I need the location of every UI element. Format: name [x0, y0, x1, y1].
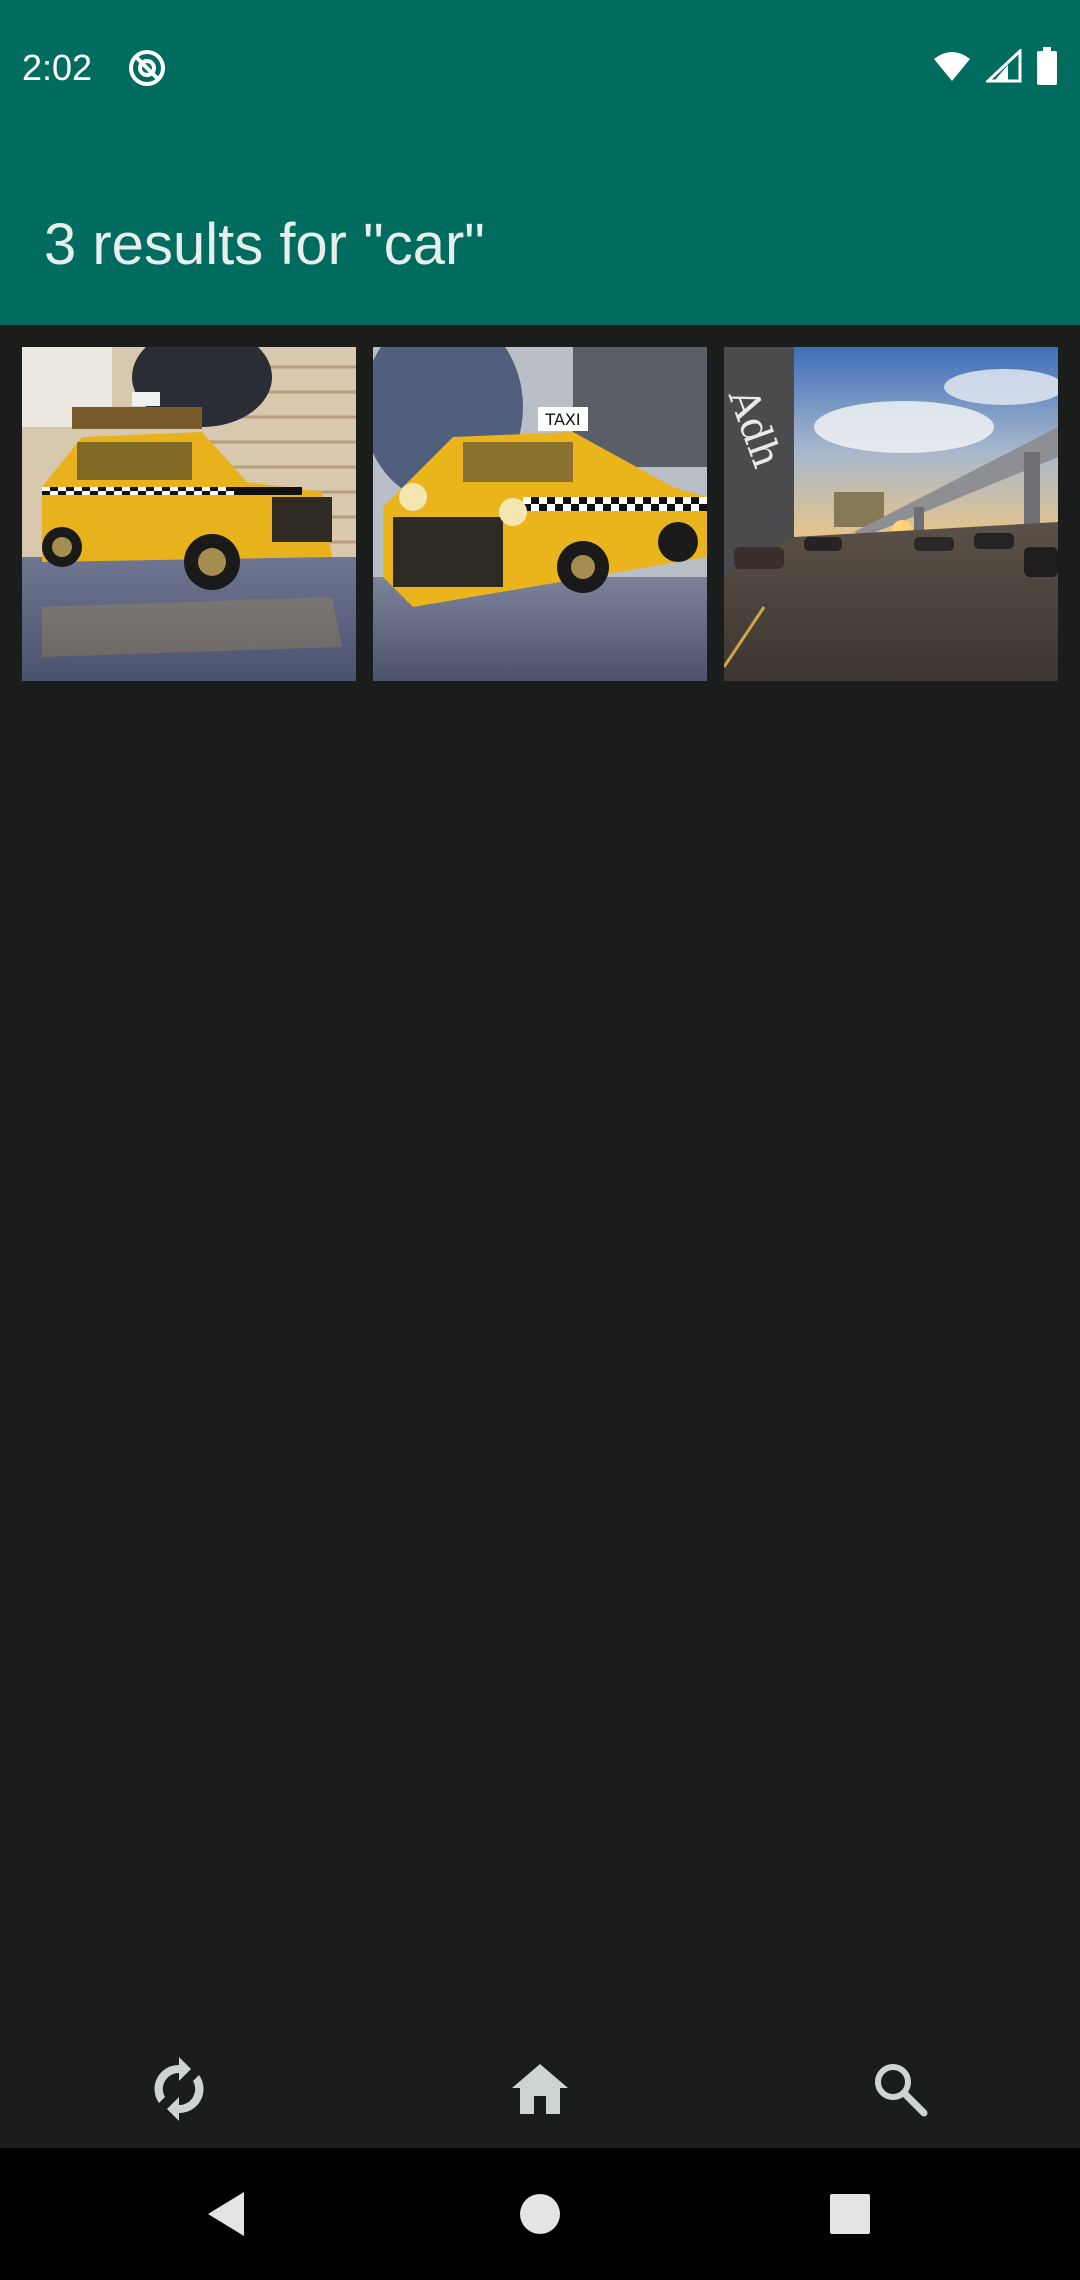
- sync-icon[interactable]: [136, 2046, 222, 2132]
- battery-icon: [1036, 46, 1058, 90]
- app-header: 2:02 3 results for "car": [0, 0, 1080, 325]
- system-navigation-bar: [0, 2148, 1080, 2280]
- recents-icon[interactable]: [814, 2178, 886, 2250]
- signal-icon: [984, 47, 1022, 88]
- toy-taxi-side-image: [22, 347, 356, 681]
- street-sunset-image: Adh: [724, 347, 1058, 681]
- bottom-navigation: [0, 2030, 1080, 2148]
- status-icons: [932, 46, 1058, 90]
- results-grid: TAXI Adh: [22, 347, 1058, 681]
- app-notification-icon: [127, 48, 167, 88]
- home-circle-icon[interactable]: [504, 2178, 576, 2250]
- home-icon[interactable]: [497, 2046, 583, 2132]
- result-thumbnail-2[interactable]: TAXI: [373, 347, 707, 681]
- wifi-icon: [932, 49, 972, 88]
- status-time: 2:02: [22, 47, 93, 88]
- status-bar: 2:02: [0, 0, 1080, 136]
- search-icon[interactable]: [857, 2046, 943, 2132]
- result-thumbnail-1[interactable]: [22, 347, 356, 681]
- svg-text:TAXI: TAXI: [544, 410, 580, 429]
- toy-taxi-front-image: TAXI: [373, 347, 707, 681]
- page-title: 3 results for "car": [44, 212, 485, 277]
- result-thumbnail-3[interactable]: Adh: [724, 347, 1058, 681]
- back-icon[interactable]: [190, 2178, 262, 2250]
